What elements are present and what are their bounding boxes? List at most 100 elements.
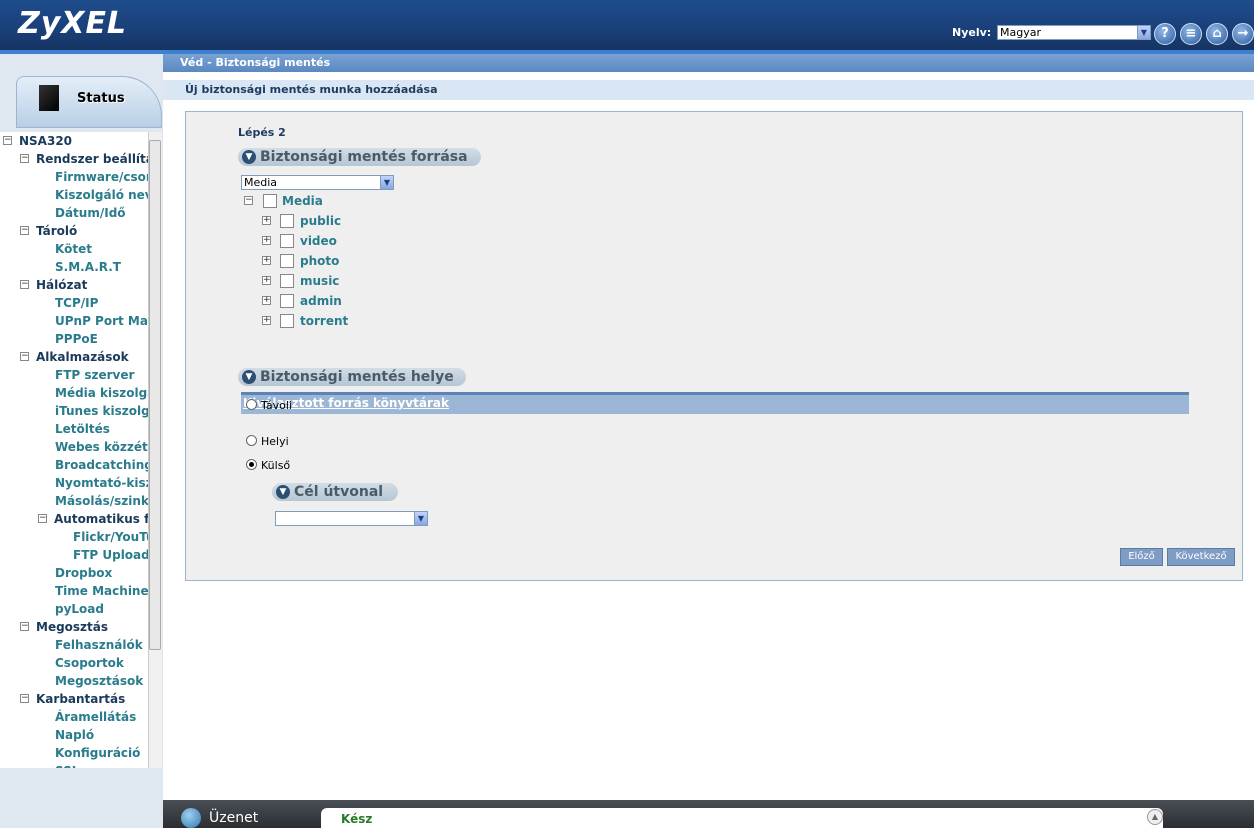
tree-collapse-icon[interactable]: − xyxy=(20,694,29,703)
folder-label[interactable]: admin xyxy=(300,294,342,308)
folder-label[interactable]: photo xyxy=(300,254,339,268)
target-section-header: ▼ Cél útvonal xyxy=(272,483,398,501)
tree-item[interactable]: FTP szerver xyxy=(55,366,134,384)
tree-item[interactable]: iTunes kiszolgáló xyxy=(55,402,148,420)
tree-item[interactable]: Flickr/YouTube xyxy=(73,528,148,546)
source-section-header: ▼ Biztonsági mentés forrása xyxy=(238,148,481,166)
tree-item[interactable]: Áramellátás xyxy=(55,708,136,726)
tree-collapse-icon[interactable]: − xyxy=(20,280,29,289)
external-label: Külső xyxy=(261,459,291,472)
tree-item[interactable]: Megosztás xyxy=(36,618,108,636)
folder-checkbox[interactable] xyxy=(280,254,294,268)
local-label: Helyi xyxy=(261,435,289,448)
source-select[interactable]: Media ▼ xyxy=(241,175,394,190)
tree-item[interactable]: Napló xyxy=(55,726,94,744)
folder-checkbox[interactable] xyxy=(280,234,294,248)
local-radio[interactable] xyxy=(246,435,257,446)
tree-item[interactable]: Dátum/Idő xyxy=(55,204,126,222)
tree-item[interactable]: Kiszolgáló neve xyxy=(55,186,148,204)
tree-item[interactable]: Letöltés xyxy=(55,420,110,438)
document-icon[interactable]: ≡ xyxy=(1180,23,1202,45)
tree-item[interactable]: Kötet xyxy=(55,240,92,258)
folder-label[interactable]: video xyxy=(300,234,337,248)
tree-collapse-icon[interactable]: − xyxy=(38,514,47,523)
tree-collapse-icon[interactable]: − xyxy=(20,352,29,361)
tree-item[interactable]: Broadcatching xyxy=(55,456,148,474)
chevron-up-icon[interactable]: ▲ xyxy=(1147,809,1163,825)
step-label: Lépés 2 xyxy=(238,126,286,139)
folder-label[interactable]: torrent xyxy=(300,314,348,328)
external-radio[interactable] xyxy=(246,459,257,470)
media-checkbox[interactable] xyxy=(263,194,277,208)
tree-item[interactable]: Tároló xyxy=(36,222,77,240)
folder-checkbox[interactable] xyxy=(280,214,294,228)
status-box: Kész xyxy=(321,808,1163,828)
tree-item[interactable]: Dropbox xyxy=(55,564,112,582)
tree-expand-icon[interactable]: + xyxy=(262,216,271,225)
tree-scrollbar-thumb[interactable] xyxy=(149,140,161,650)
status-text: Kész xyxy=(341,812,373,826)
status-button[interactable]: Status xyxy=(16,76,162,128)
tree-item[interactable]: Karbantartás xyxy=(36,690,125,708)
tree-item[interactable]: Hálózat xyxy=(36,276,87,294)
tree-item[interactable]: Megosztások xyxy=(55,672,143,690)
previous-button[interactable]: Előző xyxy=(1120,548,1163,566)
folder-checkbox[interactable] xyxy=(280,274,294,288)
next-button[interactable]: Következő xyxy=(1167,548,1235,566)
arrow-down-circle-icon: ▼ xyxy=(242,150,256,164)
tree-collapse-icon[interactable]: − xyxy=(244,196,253,205)
folder-checkbox[interactable] xyxy=(280,314,294,328)
tree-item[interactable]: Webes közzététel xyxy=(55,438,148,456)
main-content: Véd - Biztonsági mentés Új biztonsági me… xyxy=(163,54,1254,800)
tree-expand-icon[interactable]: + xyxy=(262,316,271,325)
tree-item[interactable]: Firmware/csomag xyxy=(55,168,148,186)
target-path-select[interactable]: ▼ xyxy=(275,511,428,526)
tree-collapse-icon[interactable]: − xyxy=(20,154,29,163)
nas-device-icon xyxy=(39,85,59,111)
source-section-title: Biztonsági mentés forrása xyxy=(260,149,468,165)
tree-expand-icon[interactable]: + xyxy=(262,296,271,305)
tree-item[interactable]: S.M.A.R.T xyxy=(55,258,121,276)
tree-collapse-icon[interactable]: − xyxy=(20,226,29,235)
media-folder-label[interactable]: Media xyxy=(282,194,323,208)
tree-item[interactable]: Time Machine xyxy=(55,582,148,600)
status-label: Status xyxy=(77,91,125,106)
home-icon[interactable]: ⌂ xyxy=(1206,23,1228,45)
folder-checkbox[interactable] xyxy=(280,294,294,308)
tree-item[interactable]: Csoportok xyxy=(55,654,124,672)
breadcrumb: Véd - Biztonsági mentés xyxy=(163,54,1254,72)
tree-item[interactable]: Nyomtató-kiszolgáló xyxy=(55,474,148,492)
tree-item[interactable]: Alkalmazások xyxy=(36,348,129,366)
tree-expand-icon[interactable]: + xyxy=(262,276,271,285)
tree-expand-icon[interactable]: + xyxy=(262,236,271,245)
zyxel-logo: ZyXEL xyxy=(18,6,128,41)
folder-label[interactable]: public xyxy=(300,214,341,228)
remote-label: Távoli xyxy=(261,399,292,412)
tree-item[interactable]: Konfiguráció xyxy=(55,744,140,762)
tree-item[interactable]: PPPoE xyxy=(55,330,98,348)
logout-icon[interactable]: → xyxy=(1232,23,1254,45)
tree-item[interactable]: UPnP Port Mapping xyxy=(55,312,148,330)
folder-label[interactable]: music xyxy=(300,274,339,288)
source-select-value: Media xyxy=(244,176,278,189)
tree-item[interactable]: pyLoad xyxy=(55,600,104,618)
navigation-tree: −NSA320−Rendszer beállításFirmware/csoma… xyxy=(0,132,148,768)
tree-item[interactable]: Automatikus feltöltés xyxy=(54,510,148,528)
tree-item[interactable]: Másolás/szinkronizálás xyxy=(55,492,148,510)
tree-item[interactable]: NSA320 xyxy=(19,132,72,150)
tree-item[interactable]: FTP Uploadr xyxy=(73,546,148,564)
help-icon[interactable]: ? xyxy=(1154,23,1176,45)
tree-item[interactable]: SSL xyxy=(55,762,79,768)
remote-radio[interactable] xyxy=(246,399,257,410)
arrow-down-circle-icon: ▼ xyxy=(276,485,290,499)
language-select[interactable]: Magyar ▼ xyxy=(997,25,1151,40)
tree-item[interactable]: Rendszer beállítás xyxy=(36,150,148,168)
selected-sources-bar: Kiválasztott forrás könyvtárak xyxy=(241,392,1189,414)
message-label: Üzenet xyxy=(209,810,259,826)
tree-item[interactable]: Felhasználók xyxy=(55,636,143,654)
tree-expand-icon[interactable]: + xyxy=(262,256,271,265)
tree-collapse-icon[interactable]: − xyxy=(20,622,29,631)
tree-item[interactable]: Média kiszolgáló xyxy=(55,384,148,402)
tree-item[interactable]: TCP/IP xyxy=(55,294,98,312)
tree-collapse-icon[interactable]: − xyxy=(3,136,12,145)
